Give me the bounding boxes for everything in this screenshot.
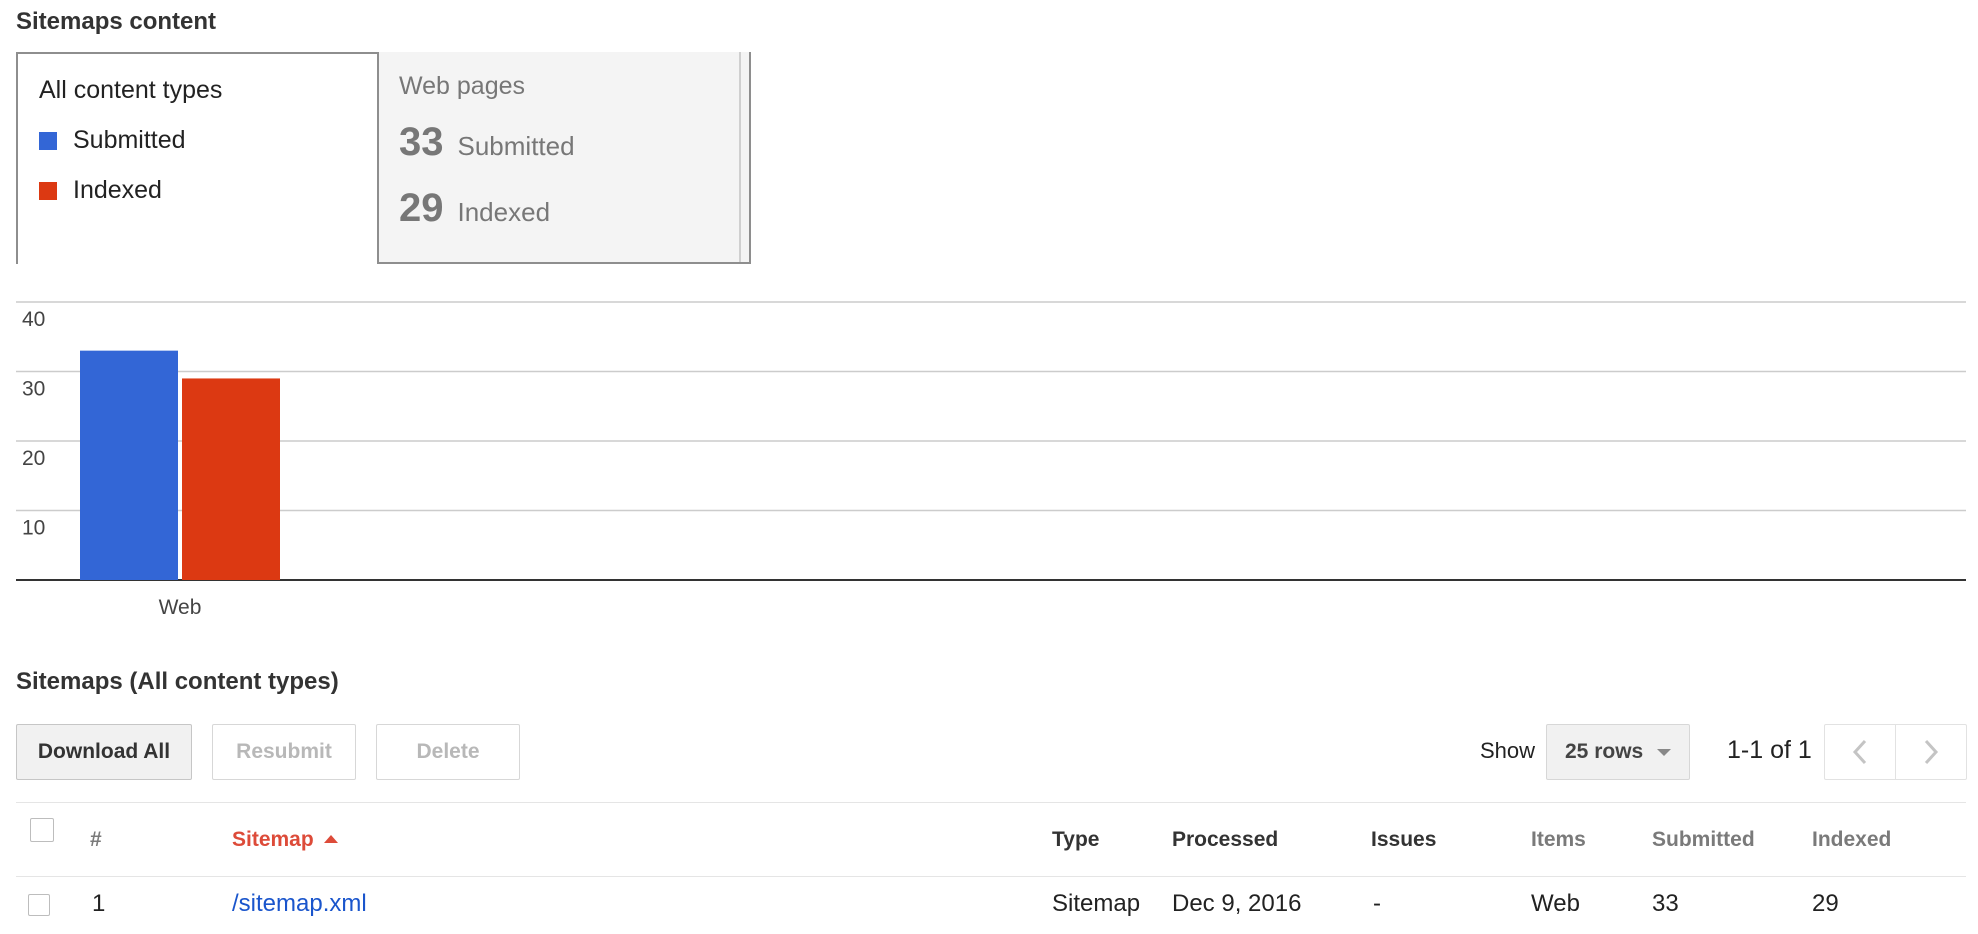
x-category-label: Web (159, 596, 202, 619)
sort-ascending-icon (323, 835, 338, 843)
legend-submitted-swatch (39, 131, 57, 150)
web-indexed-label: Indexed (457, 197, 551, 227)
column-header-sitemap[interactable]: Sitemap (232, 828, 338, 852)
column-header-items: Items (1531, 828, 1586, 851)
legend-indexed-swatch (39, 181, 57, 200)
previous-page-button[interactable] (1824, 724, 1896, 780)
web-submitted-count: 33 (399, 120, 444, 164)
row-issues: - (1373, 890, 1381, 917)
delete-button[interactable]: Delete (376, 724, 520, 780)
tab-all-label: All content types (39, 76, 223, 104)
row-checkbox[interactable] (28, 894, 50, 916)
legend-indexed: Indexed (39, 176, 162, 205)
chevron-right-icon (1924, 739, 1939, 765)
sitemaps-content-title: Sitemaps content (16, 8, 217, 35)
table-top-divider (16, 802, 1966, 803)
select-all-checkbox[interactable] (30, 818, 54, 842)
y-tick-label: 30 (22, 378, 45, 401)
rows-per-page-value: 25 rows (1565, 740, 1644, 763)
tab-web-pages[interactable]: Web pages 33 Submitted 29 Indexed (377, 52, 751, 264)
legend-submitted: Submitted (39, 126, 186, 155)
rows-per-page-select[interactable]: 25 rows (1546, 724, 1690, 780)
bar-submitted (80, 350, 178, 580)
next-page-button[interactable] (1895, 724, 1967, 780)
sitemaps-bar-chart: 10 20 30 40 Web (16, 301, 1966, 619)
table-header-divider (16, 876, 1966, 877)
column-header-number: # (90, 828, 102, 851)
column-header-issues[interactable]: Issues (1371, 828, 1436, 852)
tab-all-content-types[interactable]: All content types Submitted Indexed (16, 52, 377, 264)
row-processed: Dec 9, 2016 (1172, 890, 1302, 917)
legend-submitted-label: Submitted (73, 126, 186, 154)
column-header-submitted: Submitted (1652, 828, 1755, 851)
row-number: 1 (92, 890, 106, 917)
caret-down-icon (1657, 749, 1671, 756)
legend-indexed-label: Indexed (73, 176, 162, 204)
row-items: Web (1531, 890, 1580, 917)
bar-indexed (182, 378, 280, 580)
y-tick-label: 10 (22, 517, 45, 540)
web-submitted-label: Submitted (457, 131, 575, 161)
column-header-processed[interactable]: Processed (1172, 828, 1278, 852)
web-indexed-stat: 29 Indexed (399, 186, 550, 231)
row-type: Sitemap (1052, 890, 1141, 917)
resubmit-button[interactable]: Resubmit (212, 724, 356, 780)
web-indexed-count: 29 (399, 186, 444, 230)
web-submitted-stat: 33 Submitted (399, 120, 575, 165)
show-rows-label: Show (1480, 738, 1536, 763)
row-indexed: 29 (1812, 890, 1839, 917)
y-tick-label: 20 (22, 447, 45, 470)
sitemap-link[interactable]: /sitemap.xml (232, 890, 367, 918)
row-submitted: 33 (1652, 890, 1679, 917)
column-header-type[interactable]: Type (1052, 828, 1099, 852)
content-type-tabs: All content types Submitted Indexed Web … (16, 52, 751, 264)
column-header-indexed: Indexed (1812, 828, 1892, 851)
pagination-info: 1-1 of 1 (1727, 736, 1812, 764)
tab-web-label: Web pages (399, 72, 526, 100)
column-header-sitemap-label: Sitemap (232, 828, 314, 851)
chevron-left-icon (1852, 739, 1867, 765)
download-all-button[interactable]: Download All (16, 724, 192, 780)
y-tick-label: 40 (22, 308, 45, 331)
sitemaps-table-title: Sitemaps (All content types) (16, 668, 339, 695)
